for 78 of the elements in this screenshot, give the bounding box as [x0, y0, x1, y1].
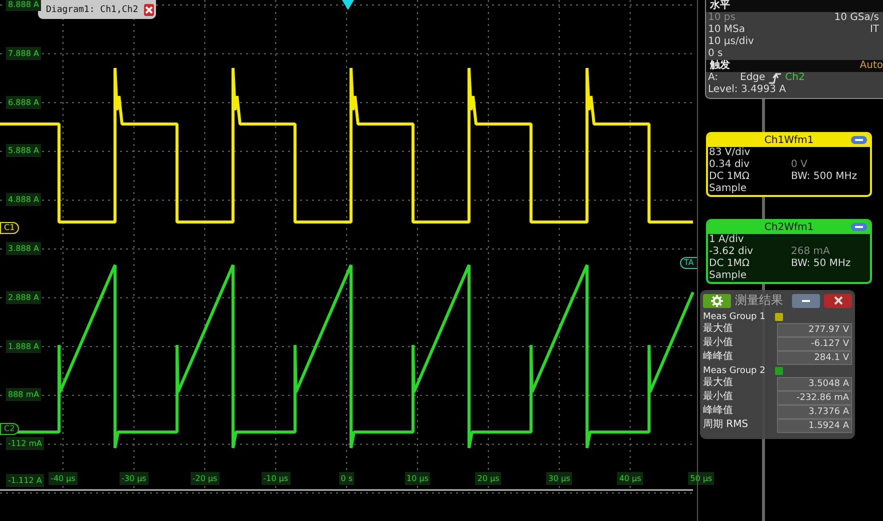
rising-edge-icon	[769, 72, 782, 84]
channel-setting: DC 1MΩ	[709, 258, 750, 270]
measurement-value: 3.5048 A	[777, 377, 852, 391]
channel-tag[interactable]: C2	[0, 423, 19, 435]
axis-label: -30 µs	[119, 472, 148, 485]
measurement-label: 峰峰值	[703, 351, 734, 364]
diagram-tab[interactable]: Diagram1: Ch1,Ch2	[38, 0, 156, 19]
channel-setting: 0.34 div	[709, 159, 750, 171]
channel-setting: 0 V	[791, 159, 808, 171]
measurement-value: -232.86 mA	[777, 391, 852, 405]
channel-title: Ch1Wfm1	[764, 135, 814, 146]
group-name: Meas Group 2	[703, 365, 766, 376]
channel-setting: DC 1MΩ	[709, 171, 750, 183]
channel-setting: BW: 50 MHz	[791, 258, 852, 270]
axis-label: 30 µs	[546, 472, 572, 485]
channel-tag[interactable]: TA	[680, 257, 698, 269]
measurement-value: 284.1 V	[777, 351, 852, 365]
axis-label: 0 s	[338, 472, 354, 485]
axis-label: -10 µs	[261, 472, 290, 485]
group-name: Meas Group 1	[703, 311, 766, 322]
axis-label: -20 µs	[190, 472, 220, 485]
trigger-label: A:	[708, 72, 720, 84]
axis-label: 10 µs	[404, 472, 430, 485]
trigger-source: Ch2	[785, 72, 805, 84]
channel-title: Ch2Wfm1	[764, 222, 814, 233]
axis-label: 6.888 A	[6, 96, 41, 109]
axis-label: 20 µs	[475, 472, 502, 485]
axis-label: 7.888 A	[6, 46, 41, 60]
channel-setting: BW: 500 MHz	[791, 171, 858, 183]
channel-header[interactable]: Ch2Wfm1	[708, 221, 870, 234]
close-icon[interactable]	[144, 4, 154, 16]
setting-value: 0 s	[708, 48, 723, 60]
axis-label: -112 mA	[6, 437, 44, 450]
measurement-value: -6.127 V	[777, 337, 852, 351]
axis-label: 5.888 A	[6, 144, 41, 158]
setting-value: IT	[870, 24, 880, 36]
setting-value: 10 µs/div	[708, 36, 754, 48]
trigger-position-icon	[342, 0, 354, 10]
channel-setting: Sample	[709, 183, 748, 195]
gear-icon	[711, 294, 723, 306]
axis-label: 888 mA	[6, 388, 42, 402]
trigger-level: Level: 3.4993 A	[708, 84, 786, 96]
setting-value: 10 MSa	[708, 24, 746, 36]
channel-setting: 268 mA	[791, 246, 831, 258]
channel-setting: 83 V/div	[709, 147, 752, 159]
axis-label: 40 µs	[617, 472, 644, 485]
measurement-value: 1.5924 A	[777, 419, 852, 433]
panel-title: 测量结果	[735, 292, 784, 309]
channel-tag[interactable]: C1	[0, 222, 19, 234]
trigger-mode: Auto	[860, 60, 883, 72]
measurement-value: 3.7376 A	[777, 405, 852, 419]
measurement-label: 最大值	[703, 323, 734, 336]
measurement-label: 峰峰值	[703, 405, 734, 418]
panel-heading: 触发	[710, 60, 730, 72]
measurement-value: 277.97 V	[777, 323, 852, 337]
settings-button[interactable]	[703, 294, 731, 308]
close-icon	[834, 296, 842, 305]
measurement-label: 最大值	[703, 377, 734, 390]
axis-label: 4.888 A	[6, 193, 41, 206]
axis-label: 1.888 A	[6, 340, 41, 353]
channel-setting: Sample	[709, 270, 748, 282]
measurement-label: 最小值	[703, 391, 734, 404]
channel-setting: -3.62 div	[709, 246, 754, 258]
axis-label: 3.888 A	[6, 242, 41, 255]
trigger-type: Edge	[740, 72, 766, 84]
axis-label: 2.888 A	[6, 290, 41, 304]
axis-label: -1.112 A	[6, 474, 44, 487]
setting-value: 10 ps	[708, 12, 736, 24]
axis-label: -40 µs	[48, 472, 78, 485]
measurement-label: 最小值	[703, 337, 734, 350]
setting-value: 10 GSa/s	[834, 12, 880, 24]
channel-setting: 1 A/div	[709, 234, 745, 246]
diagram-title: Diagram1: Ch1,Ch2	[46, 4, 138, 14]
close-button[interactable]	[824, 294, 852, 308]
axis-label: 8.888 A	[6, 0, 41, 11]
minimize-button[interactable]	[792, 294, 820, 308]
measurement-label: 周期 RMS	[703, 419, 750, 432]
channel-header[interactable]: Ch1Wfm1	[708, 134, 870, 147]
